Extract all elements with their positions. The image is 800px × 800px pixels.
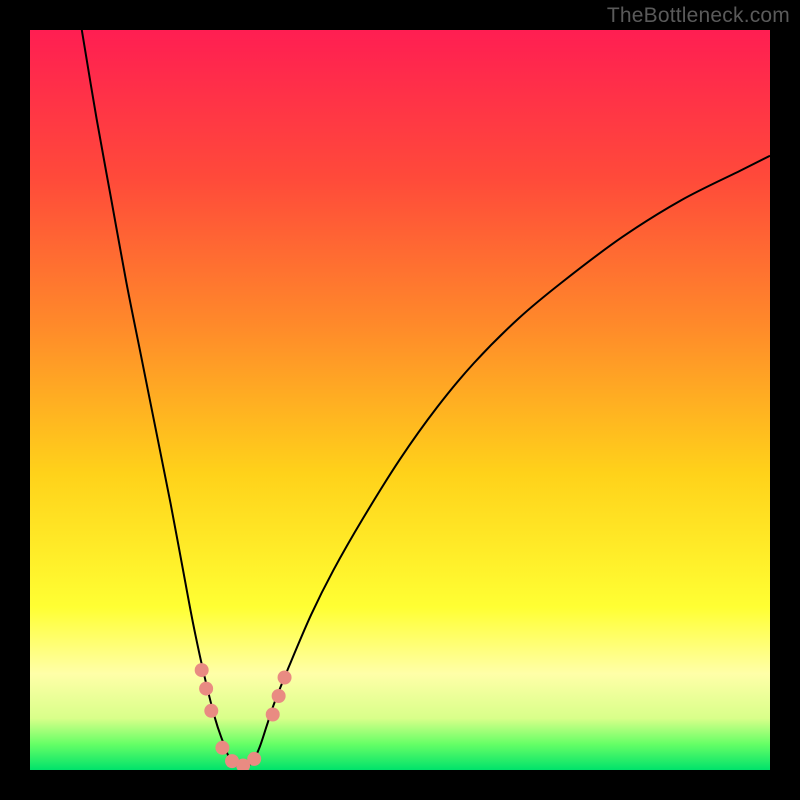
marker-dot [278,671,292,685]
bottleneck-chart [30,30,770,770]
gradient-background [30,30,770,770]
marker-dot [272,689,286,703]
marker-dot [199,682,213,696]
marker-dot [215,741,229,755]
watermark-text: TheBottleneck.com [607,4,790,28]
marker-dot [195,663,209,677]
chart-frame: TheBottleneck.com [0,0,800,800]
marker-dot [247,752,261,766]
marker-dot [266,708,280,722]
marker-dot [204,704,218,718]
plot-area [30,30,770,770]
